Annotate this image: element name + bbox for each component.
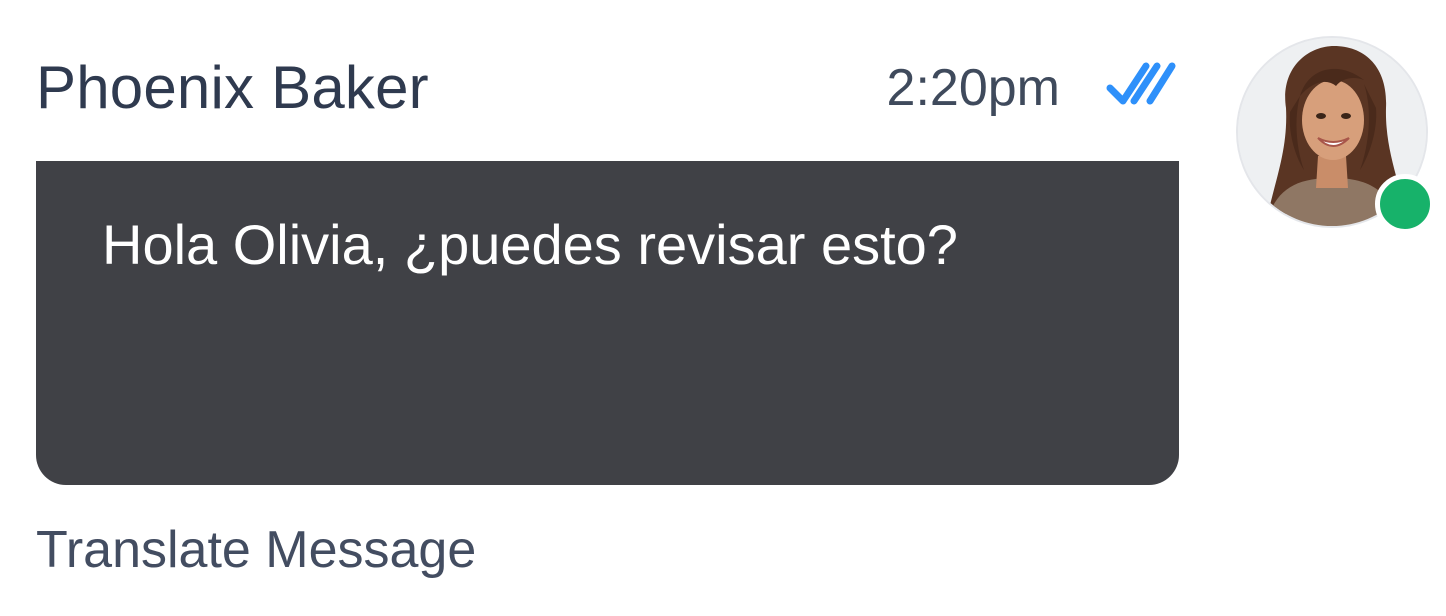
message-timestamp: 2:20pm <box>886 59 1060 117</box>
sender-name: Phoenix Baker <box>36 54 429 121</box>
double-check-icon <box>1106 62 1176 105</box>
chat-message-group: Phoenix Baker 2:20pm Hola Olivia, ¿puede… <box>0 0 1446 616</box>
online-status-indicator <box>1375 174 1435 234</box>
translate-message-link[interactable]: Translate Message <box>36 510 476 590</box>
message-text: Hola Olivia, ¿puedes revisar esto? <box>102 213 958 276</box>
message-bubble[interactable]: Hola Olivia, ¿puedes revisar esto? <box>36 161 1179 485</box>
avatar-container[interactable] <box>1236 36 1435 234</box>
